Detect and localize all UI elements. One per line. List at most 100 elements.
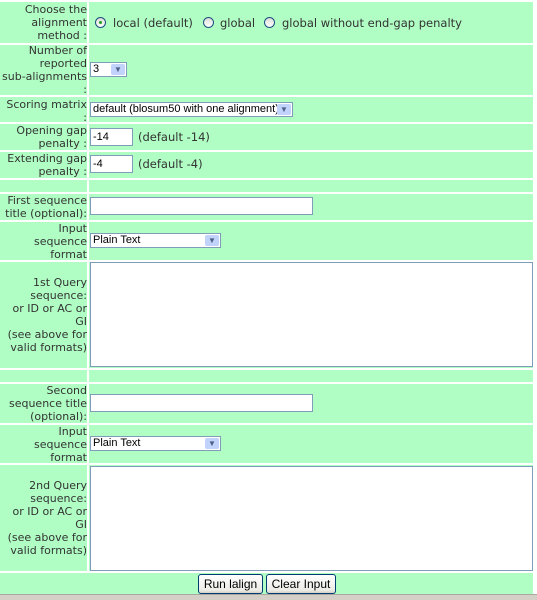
label-line: GI: [75, 315, 87, 328]
opening-gap-hint: (default -14): [138, 130, 210, 144]
label-line: Opening gap: [16, 124, 87, 137]
select-value: 3: [93, 63, 100, 75]
radio-local[interactable]: [95, 17, 106, 28]
first-query-cell: [89, 262, 533, 368]
opening-gap-cell: -14 (default -14): [89, 124, 533, 150]
label-line: or ID or AC or: [12, 302, 87, 315]
run-lalign-button[interactable]: Run lalign: [198, 574, 263, 594]
label-line: :: [83, 83, 87, 96]
label-line: Extending gap: [7, 152, 87, 165]
second-query-cell: [89, 465, 533, 571]
second-query-label: 2nd Query sequence: or ID or AC or GI (s…: [0, 465, 87, 571]
extending-gap-row: Extending gap penalty : -4 (default -4): [0, 152, 533, 178]
opening-gap-label: Opening gap penalty :: [0, 124, 87, 150]
extending-gap-hint: (default -4): [138, 157, 203, 171]
second-query-row: 2nd Query sequence: or ID or AC or GI (s…: [0, 465, 533, 571]
second-query-textarea[interactable]: [90, 466, 533, 571]
clear-input-button[interactable]: Clear Input: [266, 574, 336, 594]
label-line: Input: [58, 424, 87, 438]
second-format-label: Input sequence format: [0, 424, 87, 464]
alignment-method-row: Choose the alignment method : local (def…: [0, 2, 533, 43]
label-line: valid formats): [10, 341, 87, 354]
spacer-label: [0, 370, 87, 382]
radio-global-no-endgap-label[interactable]: global without end-gap penalty: [282, 16, 462, 30]
buttons-row: Run lalign Clear Input: [0, 573, 533, 594]
label-line: reported: [39, 57, 87, 70]
extending-gap-cell: -4 (default -4): [89, 152, 533, 178]
sub-alignments-row: Number of reported sub-alignments : 3 ▼: [0, 44, 533, 96]
first-format-label: Input sequence format: [0, 221, 87, 261]
first-title-input[interactable]: [90, 197, 313, 215]
label-line: valid formats): [10, 544, 87, 557]
first-query-textarea[interactable]: [90, 262, 533, 367]
label-line: Choose the: [24, 3, 87, 16]
opening-gap-input[interactable]: -14: [90, 128, 133, 146]
first-title-cell: [89, 194, 533, 220]
first-format-select[interactable]: Plain Text ▼: [90, 233, 221, 248]
second-title-row: Second sequence title (optional):: [0, 384, 533, 423]
scoring-matrix-cell: default (blosum50 with one alignment) ▼: [89, 97, 533, 122]
select-value: Plain Text: [93, 437, 141, 449]
window-bottom-edge: [0, 594, 537, 600]
scoring-matrix-select[interactable]: default (blosum50 with one alignment) ▼: [90, 102, 293, 117]
label-line: (see above for: [7, 328, 87, 341]
first-query-label: 1st Query sequence: or ID or AC or GI (s…: [0, 262, 87, 368]
spacer-row: [0, 180, 533, 192]
scoring-matrix-row: Scoring matrix : default (blosum50 with …: [0, 97, 533, 124]
label-line: 2nd Query: [29, 479, 87, 492]
label-line: sequence:: [30, 289, 87, 302]
label-line: GI: [75, 518, 87, 531]
first-title-row: First sequence title (optional):: [0, 194, 533, 220]
radio-global-label[interactable]: global: [220, 16, 255, 30]
label-line: Scoring matrix: [6, 98, 87, 111]
label-line: First sequence: [7, 194, 87, 207]
sub-alignments-select[interactable]: 3 ▼: [90, 62, 127, 77]
select-value: Plain Text: [93, 234, 141, 246]
first-title-label: First sequence title (optional):: [0, 194, 87, 220]
label-line: sequence: [33, 437, 87, 451]
label-line: sequence: [33, 234, 87, 248]
chevron-down-icon[interactable]: ▼: [205, 235, 219, 246]
label-line: method :: [37, 29, 87, 42]
sub-alignments-label: Number of reported sub-alignments :: [0, 44, 87, 96]
first-query-row: 1st Query sequence: or ID or AC or GI (s…: [0, 262, 533, 368]
label-line: format: [50, 450, 87, 464]
spacer-label: [0, 180, 87, 192]
second-title-input[interactable]: [90, 394, 313, 412]
second-format-cell: Plain Text ▼: [89, 425, 533, 463]
first-format-row: Input sequence format Plain Text ▼: [0, 221, 533, 261]
radio-local-label[interactable]: local (default): [113, 16, 193, 30]
label-line: Input: [58, 221, 87, 235]
label-line: Second: [46, 384, 87, 397]
chevron-down-icon[interactable]: ▼: [277, 104, 291, 115]
radio-global[interactable]: [203, 17, 214, 28]
label-line: penalty :: [38, 137, 87, 150]
sub-alignments-cell: 3 ▼: [89, 45, 533, 95]
label-line: (optional):: [30, 410, 87, 423]
label-line: sub-alignments: [2, 70, 87, 83]
chevron-down-icon[interactable]: ▼: [111, 64, 125, 75]
label-line: or ID or AC or: [12, 505, 87, 518]
label-line: sequence title: [8, 397, 87, 410]
opening-gap-row: Opening gap penalty : -14 (default -14): [0, 124, 533, 150]
label-line: (see above for: [7, 531, 87, 544]
label-line: format: [50, 247, 87, 261]
label-line: 1st Query: [33, 276, 87, 289]
label-line: sequence:: [30, 492, 87, 505]
chevron-down-icon[interactable]: ▼: [205, 438, 219, 449]
label-line: title (optional):: [5, 207, 87, 220]
label-line: alignment: [31, 16, 87, 29]
first-format-cell: Plain Text ▼: [89, 222, 533, 260]
extending-gap-label: Extending gap penalty :: [0, 152, 87, 178]
spacer-cell: [89, 370, 533, 382]
select-value: default (blosum50 with one alignment): [93, 103, 279, 115]
radio-global-no-endgap[interactable]: [264, 17, 275, 28]
second-title-label: Second sequence title (optional):: [0, 384, 87, 423]
extending-gap-input[interactable]: -4: [90, 155, 133, 173]
second-format-select[interactable]: Plain Text ▼: [90, 436, 221, 451]
alignment-method-options: local (default) global global without en…: [89, 2, 533, 43]
label-line: Number of: [28, 44, 87, 57]
scoring-matrix-label: Scoring matrix :: [0, 97, 87, 124]
second-title-cell: [89, 384, 533, 423]
second-format-row: Input sequence format Plain Text ▼: [0, 424, 533, 464]
